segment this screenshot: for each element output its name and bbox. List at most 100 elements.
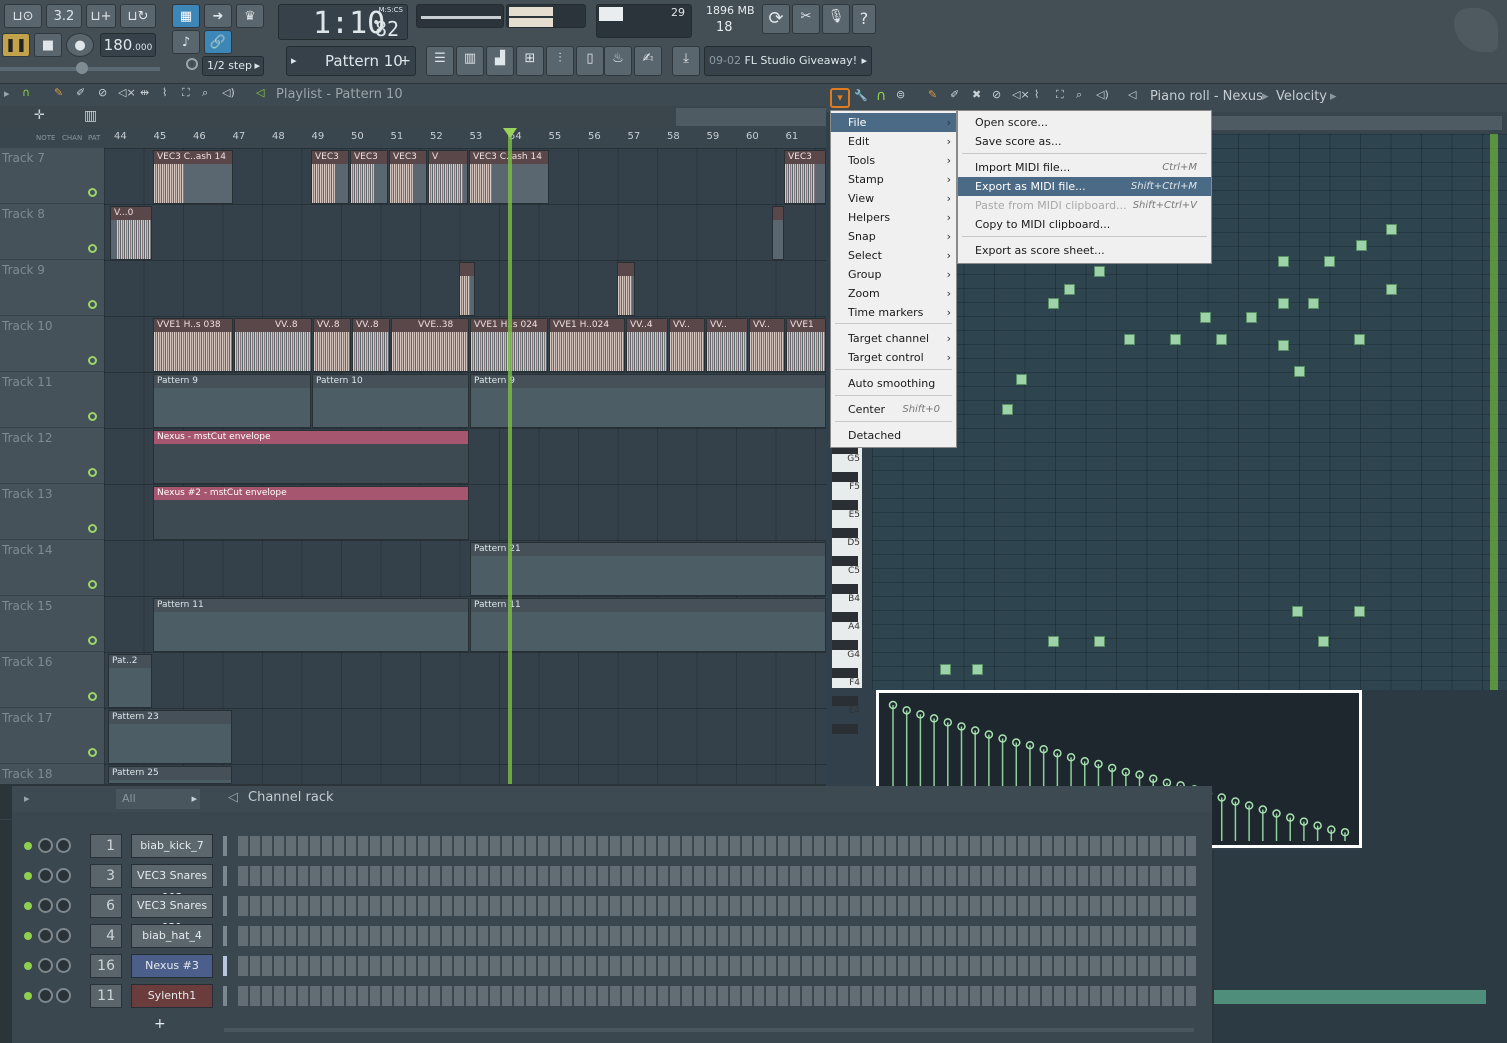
audio-clip[interactable]: VEC3 [350,150,388,204]
track-mute-led[interactable] [88,244,97,253]
file-menu-item[interactable]: Export as score sheet... [958,241,1211,260]
snap-selector[interactable]: 1/2 step ▸ [202,56,264,76]
song-mode-button[interactable]: ➜ [204,4,232,28]
black-key[interactable] [832,668,858,678]
audio-clip[interactable]: VVE1 [786,318,826,372]
track-mute-led[interactable] [88,356,97,365]
channel-name-button[interactable]: VEC3 Snares 021 [131,894,213,934]
pattern-selector[interactable]: ▸ Pattern 10 + [286,46,416,76]
target-control[interactable]: Velocity [1276,89,1327,104]
version-button[interactable]: 3.2 [46,4,82,28]
channel-name-button[interactable]: Nexus #3 [131,954,213,978]
note[interactable] [972,664,983,675]
track-mute-led[interactable] [88,636,97,645]
playback-icon[interactable]: ◁) [222,86,235,99]
track-mute-led[interactable] [88,524,97,533]
menu-item-center[interactable]: Center Shift+0 [831,400,956,419]
track-header[interactable]: Track 12 [0,428,104,484]
note[interactable] [940,664,951,675]
brush-icon[interactable]: ✐ [950,88,959,101]
magnet-icon[interactable]: ∩ [22,86,30,99]
track-mute-led[interactable] [88,748,97,757]
volume-knob[interactable] [56,988,71,1003]
black-key[interactable] [832,528,858,538]
audio-clip[interactable]: VV..8 [352,318,390,372]
brush-icon[interactable]: ✐ [76,86,85,99]
tempo-display[interactable]: 180.000 [100,33,156,57]
track-mute-led[interactable] [88,300,97,309]
pattern-clip[interactable]: Pattern 11 [470,598,826,652]
channel-mute-led[interactable] [24,902,32,910]
erase-icon[interactable]: ⊘ [992,88,1001,101]
playhead[interactable] [508,128,512,784]
playlist-ruler[interactable]: 44 45 46 47 48 49 50 51 52 53 54 55 56 57 58 59 60 61 [104,128,826,148]
mute-icon[interactable]: ◁× [118,86,136,99]
channel-row[interactable]: 11 Sylenth1 [24,984,1214,1008]
channel-select-indicator[interactable] [223,866,227,886]
volume-knob[interactable] [76,62,88,74]
volume-knob[interactable] [56,868,71,883]
plugin-icon[interactable]: ♨ [604,46,632,76]
microphone-icon[interactable]: 🎙 [822,4,850,34]
audio-clip[interactable]: VVE1 H..024 [549,318,625,372]
metronome-mode-button[interactable]: ⊔⊙ [4,4,42,28]
pattern-clip[interactable]: Pattern 23 [108,710,232,764]
black-key[interactable] [832,724,858,734]
mixer-track-number[interactable]: 4 [90,924,122,948]
pan-knob[interactable] [38,868,53,883]
audio-clip[interactable]: VV.. [706,318,748,372]
track-header[interactable]: Track 13 [0,484,104,540]
channel-name-button[interactable]: Sylenth1 [131,984,213,1008]
channel-mute-led[interactable] [24,992,32,1000]
note[interactable] [1094,636,1105,647]
black-key[interactable] [832,500,858,510]
wait-input-button[interactable]: ⊔+ [86,4,116,28]
channel-select-indicator[interactable] [223,956,227,976]
project-icon[interactable]: ▯ [576,46,604,76]
file-menu-item[interactable]: Copy to MIDI clipboard... [958,215,1211,234]
pattern-clip[interactable]: Pattern 25 [108,766,232,784]
pan-knob[interactable] [38,928,53,943]
channel-mute-led[interactable] [24,842,32,850]
note[interactable] [1246,312,1257,323]
track-header[interactable]: Track 17 [0,708,104,764]
menu-item-target-channel[interactable]: Target channel › [831,329,956,348]
undo-icon[interactable]: ⟳ [762,4,790,34]
track-mute-led[interactable] [88,468,97,477]
channel-name-button[interactable]: biab_kick_7 [131,834,213,858]
channel-select-indicator[interactable] [223,896,227,916]
audio-clip[interactable]: V...0 [110,206,152,260]
note[interactable] [1386,224,1397,235]
note[interactable] [1094,266,1105,277]
cut-icon[interactable]: ✂ [792,4,820,34]
audio-clip[interactable] [617,262,635,316]
news-panel[interactable]: 09-02 FL Studio Giveaway! ▸ [704,46,872,76]
pattern-mode-button[interactable]: ▦ [172,4,200,28]
audio-clip[interactable]: VEC3 [784,150,826,204]
audio-clip[interactable]: VV..8 [313,318,351,372]
menu-item-edit[interactable]: Edit › [831,132,956,151]
menu-item-target-control[interactable]: Target control › [831,348,956,367]
track-header[interactable]: Track 15 [0,596,104,652]
volume-knob[interactable] [56,928,71,943]
menu-item-view[interactable]: View › [831,189,956,208]
channel-mute-led[interactable] [24,872,32,880]
pencil-icon[interactable]: ✎ [54,86,63,99]
track-header[interactable]: Track 11 [0,372,104,428]
audio-clip[interactable]: VEC3 [311,150,349,204]
menu-item-snap[interactable]: Snap › [831,227,956,246]
mixer-track-number[interactable]: 16 [90,954,122,978]
note[interactable] [1048,636,1059,647]
channel-rack-scrollbar[interactable] [224,1028,1194,1032]
horizontal-scrollbar[interactable] [676,108,826,126]
step-sequencer[interactable] [238,956,1198,976]
audio-clip[interactable]: VEC3 C..ash 14 [153,150,233,204]
step-sequencer[interactable] [238,836,1198,856]
step-edit-button[interactable]: ♪ [172,30,200,54]
note[interactable] [1324,256,1335,267]
wrench-icon[interactable]: 🔧 [854,89,868,102]
pan-knob[interactable] [38,898,53,913]
note[interactable] [1048,298,1059,309]
add-pattern-icon[interactable]: + [399,53,411,69]
note[interactable] [1356,240,1367,251]
